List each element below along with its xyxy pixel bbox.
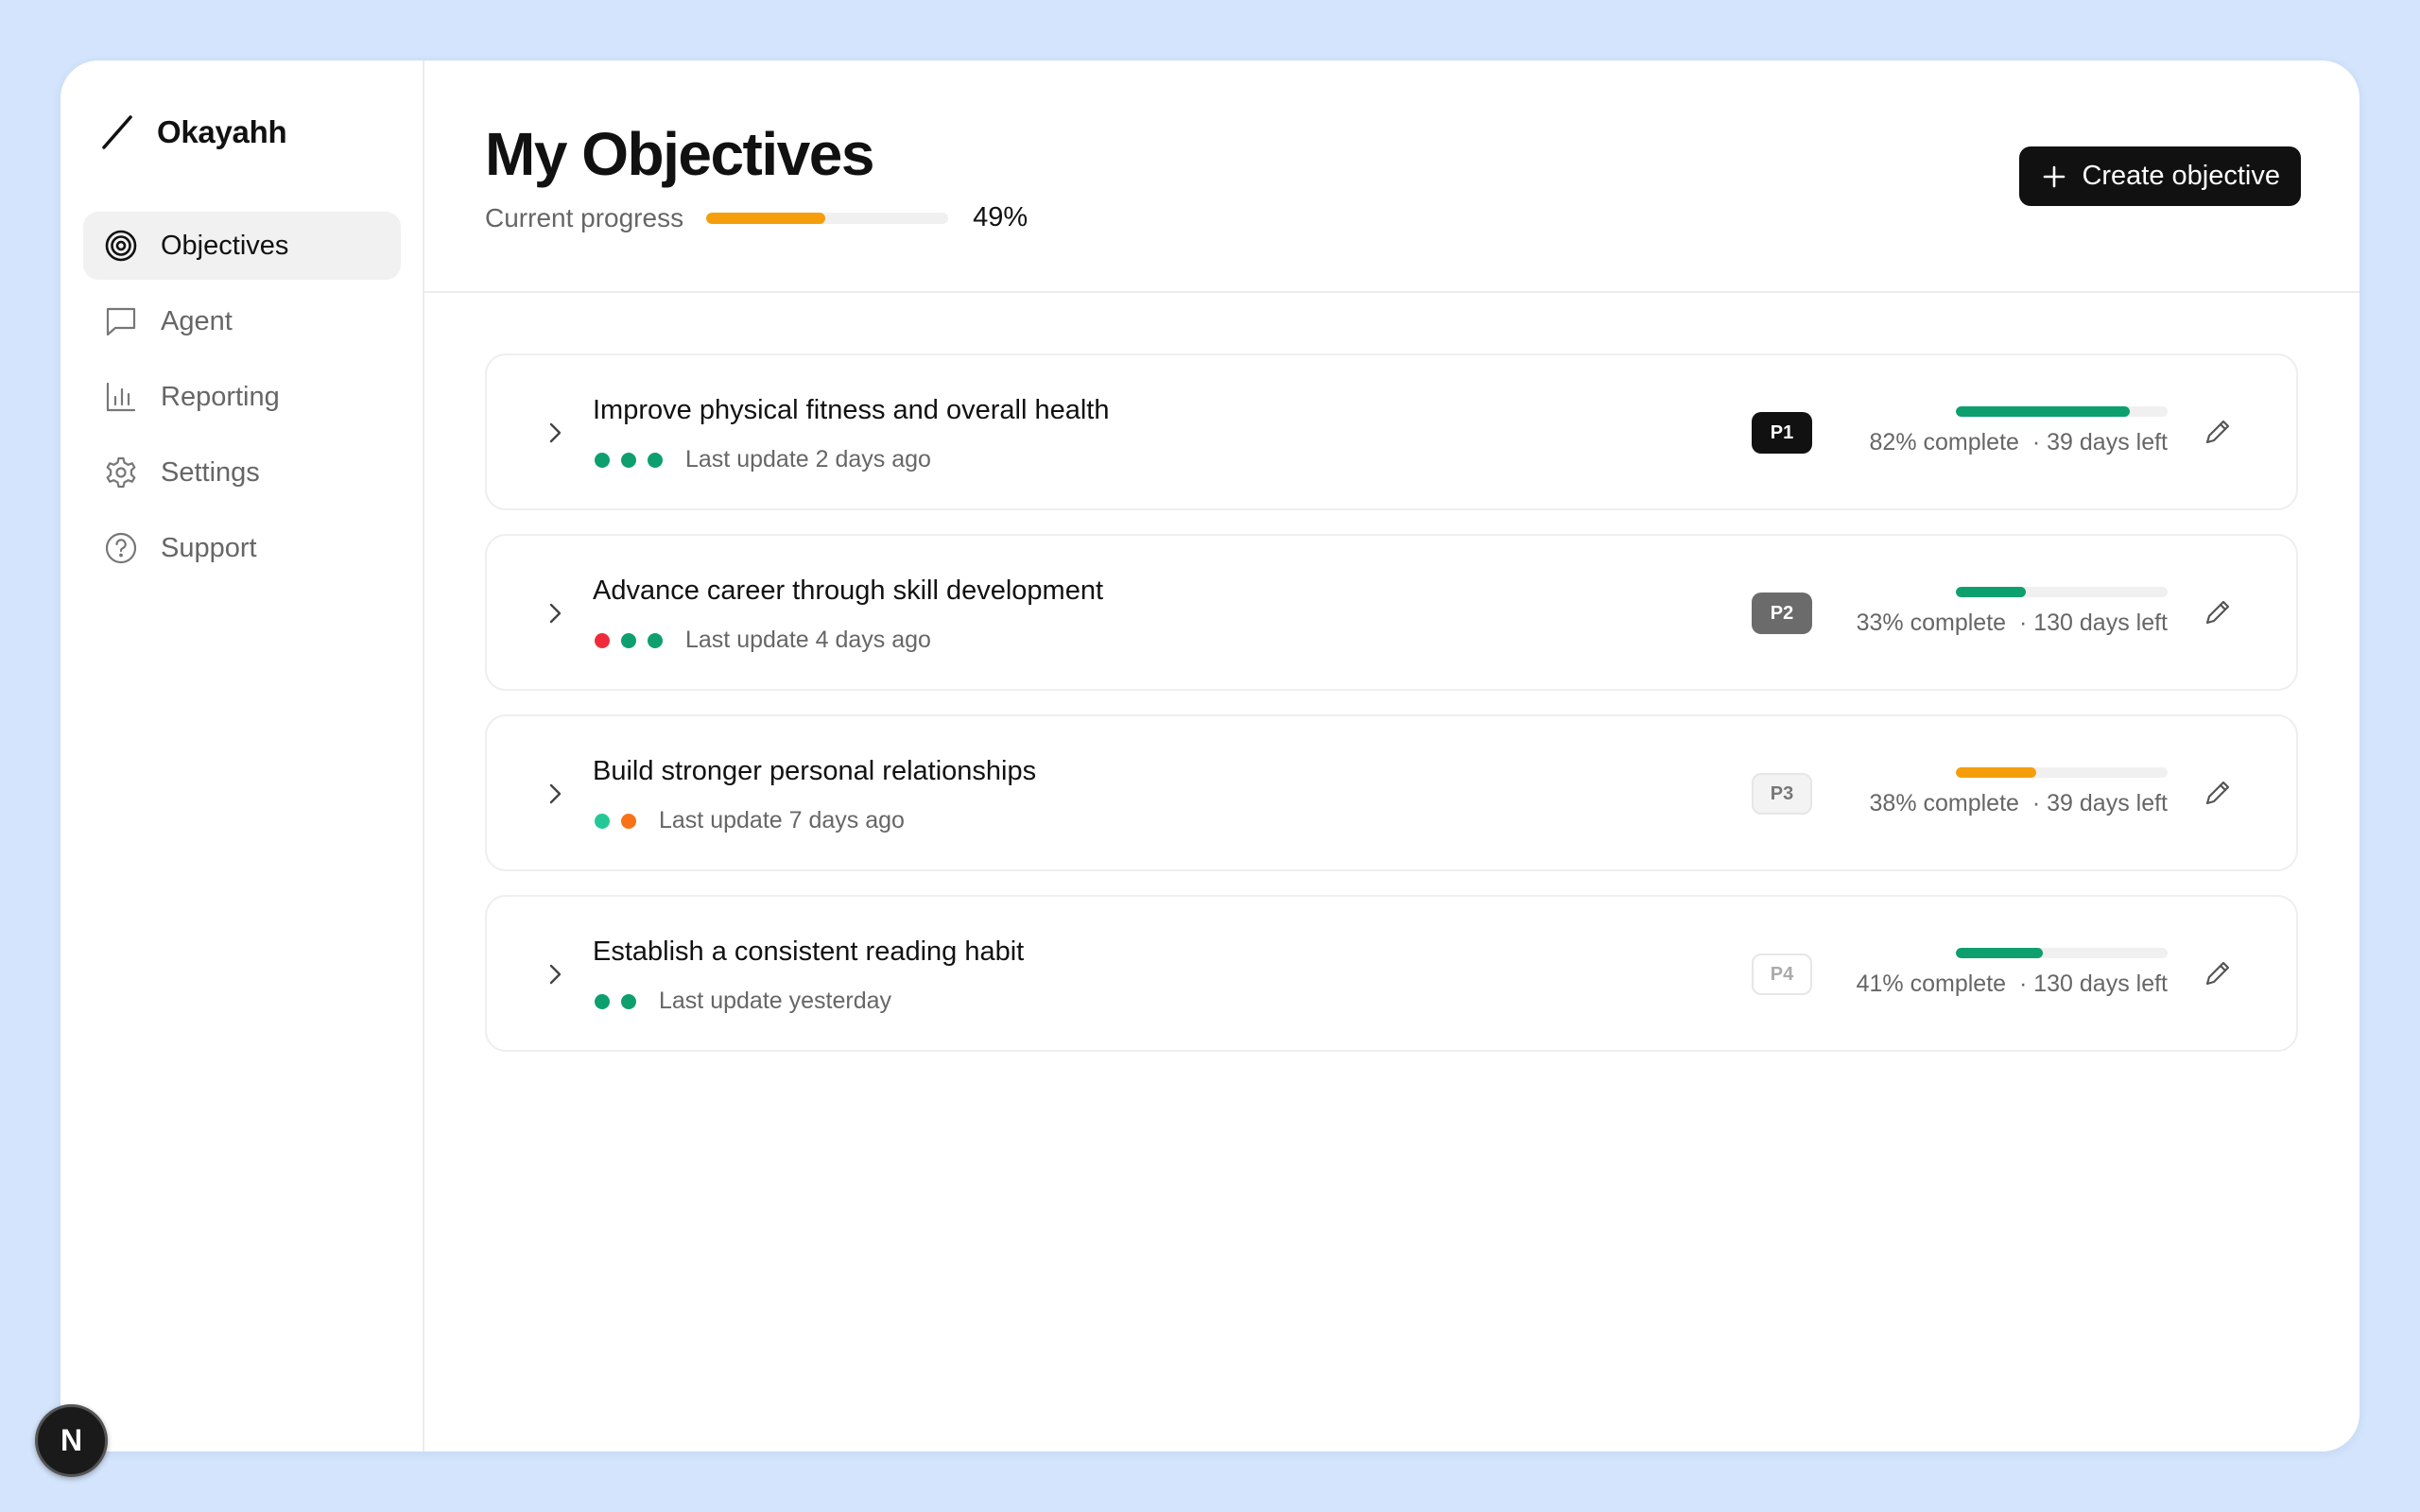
objective-card[interactable]: Improve physical fitness and overall hea… [485,353,2298,510]
create-objective-label: Create objective [2082,161,2280,191]
priority-badge: P1 [1752,412,1812,454]
last-update-text: Last update 4 days ago [685,627,931,653]
app-window: Okayahh Objectives Agent Reporting Setti… [60,60,2360,1452]
objective-progress-fill [1956,406,2130,417]
last-update-text: Last update 7 days ago [659,807,905,833]
priority-badge: P4 [1752,954,1812,995]
objective-progress-bar [1956,587,2168,597]
bar-chart-icon [106,382,136,412]
days-left-text: · 39 days left [2031,429,2168,455]
objective-meta: Last update 4 days ago [595,627,931,654]
sidebar-item-settings[interactable]: Settings [83,438,401,507]
objective-progress-fill [1956,587,2026,597]
page-header: My Objectives Current progress 49% Creat… [424,60,2360,293]
objective-progress-bar [1956,406,2168,417]
sidebar-item-objectives[interactable]: Objectives [83,212,401,280]
objective-progress-bar [1956,948,2168,958]
sidebar-item-support[interactable]: Support [83,514,401,582]
sidebar-item-label: Reporting [161,381,280,412]
status-dot [621,452,636,468]
status-dot [648,632,663,648]
sidebar-item-label: Objectives [161,230,289,261]
status-dot [621,813,636,829]
objective-card[interactable]: Establish a consistent reading habit Las… [485,895,2298,1052]
progress-value: 49% [973,202,1028,232]
overall-progress-bar [706,212,949,224]
objective-card[interactable]: Advance career through skill development… [485,534,2298,691]
status-dot [595,993,610,1009]
overall-progress: Current progress 49% [485,202,1028,233]
sidebar-item-reporting[interactable]: Reporting [83,363,401,431]
plus-icon [2044,165,2066,187]
objective-progress-fill [1956,767,2037,778]
objective-title[interactable]: Advance career through skill development [593,576,1103,607]
objective-card[interactable]: Build stronger personal relationships La… [485,714,2298,871]
nextjs-dev-badge[interactable]: N [35,1404,108,1477]
objective-progress-bar [1956,767,2168,778]
days-left-text: · 130 days left [2018,610,2168,636]
chevron-right-icon[interactable] [538,596,572,630]
objective-meta: Last update 2 days ago [595,446,931,473]
sidebar-item-label: Agent [161,305,233,336]
gear-icon [106,456,136,489]
sidebar-nav: Objectives Agent Reporting Settings Supp… [83,212,401,590]
chevron-right-icon[interactable] [538,777,572,811]
chevron-right-icon[interactable] [538,957,572,991]
create-objective-button[interactable]: Create objective [2019,146,2301,206]
sidebar: Okayahh Objectives Agent Reporting Setti… [60,60,424,1452]
complete-text: 33% complete [1856,610,2007,636]
complete-text: 41% complete [1856,971,2007,997]
status-dot [648,452,663,468]
target-icon [105,230,137,262]
pencil-icon[interactable] [2202,777,2234,809]
objective-title[interactable]: Establish a consistent reading habit [593,936,1024,968]
status-dot [595,452,610,468]
complete-text: 82% complete [1869,429,2019,455]
objective-meta: Last update 7 days ago [595,807,905,834]
page-title: My Objectives [485,120,874,188]
objectives-list: Improve physical fitness and overall hea… [485,353,2298,1075]
objective-meta: Last update yesterday [595,988,891,1015]
chevron-right-icon[interactable] [538,416,572,450]
days-left-text: · 39 days left [2031,790,2168,816]
objective-stats: 38% complete · 39 days left [1870,790,2168,817]
complete-text: 38% complete [1869,790,2019,816]
overall-progress-fill [706,212,825,224]
brand-name: Okayahh [157,114,287,149]
objective-progress-fill [1956,948,2043,958]
main-content: My Objectives Current progress 49% Creat… [424,60,2360,1452]
status-dot [595,813,610,829]
pencil-icon[interactable] [2202,596,2234,628]
status-dot [595,632,610,648]
objective-stats: 41% complete · 130 days left [1857,971,2168,998]
objective-title[interactable]: Build stronger personal relationships [593,756,1036,787]
last-update-text: Last update 2 days ago [685,446,931,472]
help-circle-icon [105,532,137,564]
last-update-text: Last update yesterday [659,988,891,1014]
sidebar-item-label: Settings [161,456,260,488]
status-dot [621,993,636,1009]
brand[interactable]: Okayahh [98,110,287,155]
objective-title[interactable]: Improve physical fitness and overall hea… [593,395,1109,426]
status-dot [621,632,636,648]
priority-badge: P3 [1752,773,1812,815]
pencil-icon[interactable] [2202,957,2234,989]
days-left-text: · 130 days left [2018,971,2168,997]
slash-logo-icon [102,115,132,149]
priority-badge: P2 [1752,593,1812,634]
chat-icon [106,307,136,336]
sidebar-item-agent[interactable]: Agent [83,287,401,355]
sidebar-item-label: Support [161,532,257,563]
pencil-icon[interactable] [2202,416,2234,448]
objective-stats: 33% complete · 130 days left [1857,610,2168,637]
progress-label: Current progress [485,202,684,232]
objective-stats: 82% complete · 39 days left [1870,429,2168,456]
